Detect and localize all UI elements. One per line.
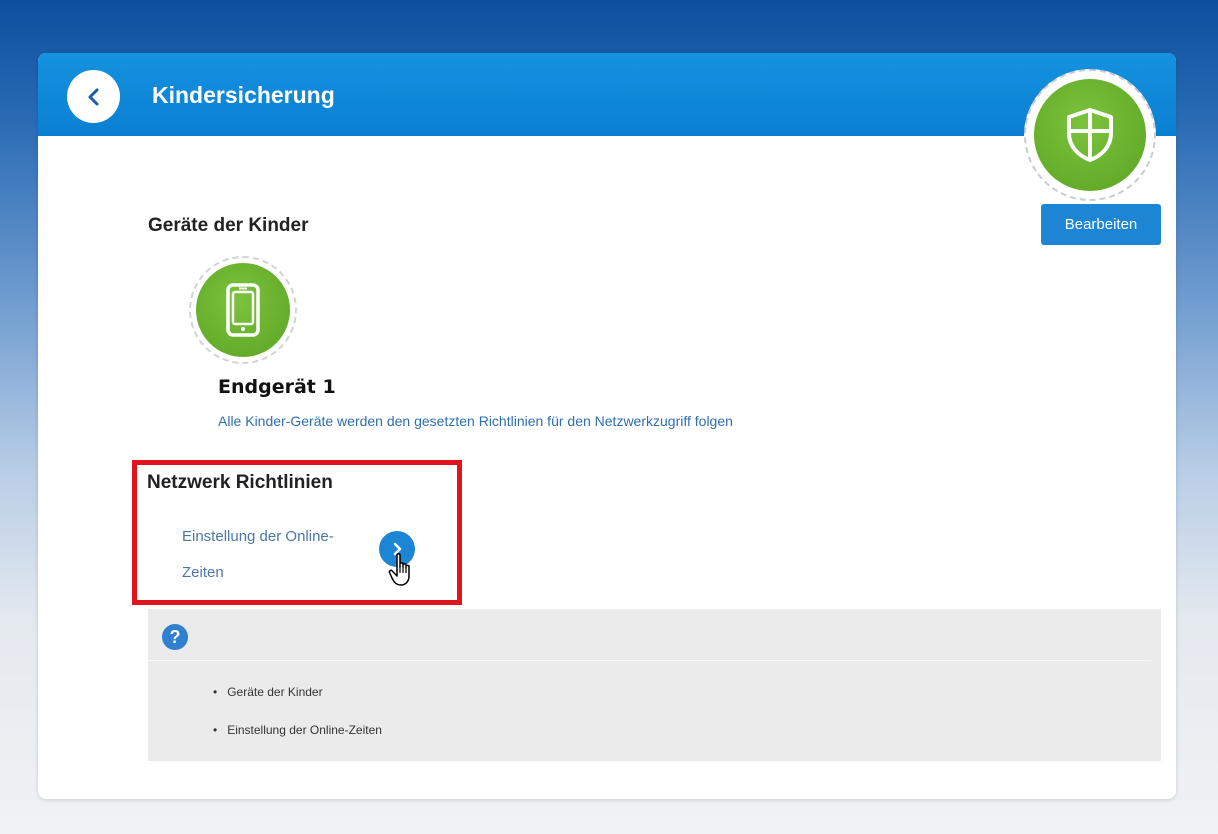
edit-button[interactable]: Bearbeiten	[1041, 204, 1161, 245]
online-times-label-line2: Zeiten	[182, 564, 224, 581]
online-times-link[interactable]: Einstellung der Online- Zeiten	[182, 519, 382, 591]
question-icon[interactable]: ?	[162, 624, 188, 650]
online-times-label-line1: Einstellung der Online-	[182, 528, 334, 545]
hand-pointer-icon	[388, 553, 410, 586]
shield-icon	[1067, 108, 1113, 162]
help-list: • Geräte der Kinder • Einstellung der Onli…	[213, 673, 382, 749]
help-divider	[148, 660, 1151, 661]
help-item: • Einstellung der Online-Zeiten	[213, 723, 382, 737]
chevron-left-icon	[88, 88, 98, 105]
help-box: ? • Geräte der Kinder • Einstellung der On…	[148, 609, 1161, 761]
smartphone-icon	[226, 283, 260, 337]
header-bar: Kindersicherung	[38, 53, 1176, 136]
page-title: Kindersicherung	[152, 82, 335, 108]
parental-control-panel: Kindersicherung Bearbeiten Geräte der Ki…	[38, 53, 1176, 799]
network-policies-title: Netzwerk Richtlinien	[147, 472, 333, 493]
device-description: Alle Kinder-Geräte werden den gesetzten …	[218, 413, 733, 429]
back-button[interactable]	[67, 70, 120, 123]
children-devices-title: Geräte der Kinder	[148, 215, 309, 236]
device-name: Endgerät 1	[218, 376, 336, 398]
device-tile[interactable]	[189, 256, 297, 364]
help-item: • Geräte der Kinder	[213, 685, 323, 699]
shield-badge	[1024, 69, 1156, 201]
